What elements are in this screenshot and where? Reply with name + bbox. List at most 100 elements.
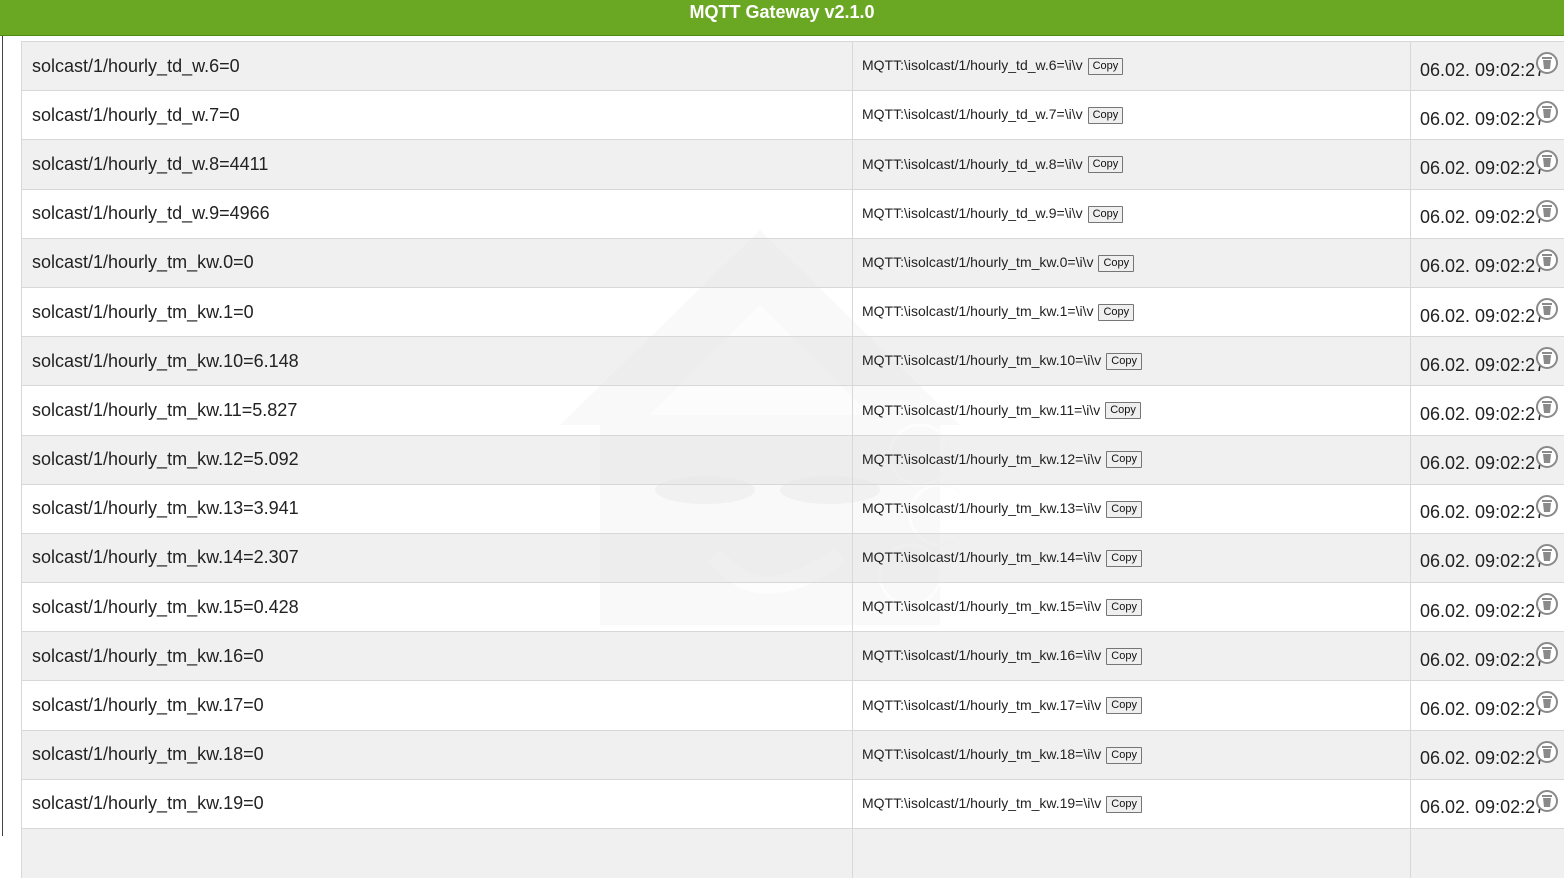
timestamp-text: 06.02. 09:02:27 — [1420, 109, 1545, 129]
mqtt-topics-table-wrapper: solcast/1/hourly_td_w.6=0 MQTT:\isolcast… — [21, 41, 1564, 878]
copy-button[interactable]: Copy — [1106, 747, 1142, 764]
copy-button[interactable]: Copy — [1088, 206, 1124, 223]
timestamp-cell: 06.02. 09:02:27 — [1411, 386, 1564, 435]
delete-trash-icon[interactable] — [1536, 691, 1558, 713]
copy-button[interactable]: Copy — [1106, 550, 1142, 567]
table-row: solcast/1/hourly_tm_kw.1=0 MQTT:\isolcas… — [22, 287, 1564, 336]
delete-trash-icon[interactable] — [1536, 544, 1558, 566]
topic-cell: solcast/1/hourly_tm_kw.19=0 — [22, 779, 853, 828]
command-cell: MQTT:\isolcast/1/hourly_tm_kw.17=\i\v Cop… — [853, 681, 1411, 730]
command-cell: MQTT:\isolcast/1/hourly_tm_kw.11=\i\v Cop… — [853, 386, 1411, 435]
copy-button[interactable]: Copy — [1106, 353, 1142, 370]
delete-trash-icon[interactable] — [1536, 446, 1558, 468]
table-row: solcast/1/hourly_tm_kw.0=0 MQTT:\isolcas… — [22, 238, 1564, 287]
delete-trash-icon[interactable] — [1536, 495, 1558, 517]
topic-cell: solcast/1/hourly_td_w.6=0 — [22, 42, 853, 91]
topic-text: solcast/1/hourly_tm_kw.19=0 — [32, 793, 264, 813]
copy-button[interactable]: Copy — [1098, 304, 1134, 321]
copy-button[interactable]: Copy — [1106, 796, 1142, 813]
timestamp-text: 06.02. 09:02:27 — [1420, 306, 1545, 326]
timestamp-cell: 06.02. 09:02:27 — [1411, 779, 1564, 828]
timestamp-text: 06.02. 09:02:27 — [1420, 404, 1545, 424]
command-text: MQTT:\isolcast/1/hourly_td_w.9=\i\v — [862, 205, 1083, 221]
table-row: solcast/1/hourly_td_w.9=4966 MQTT:\isolc… — [22, 189, 1564, 238]
delete-trash-icon[interactable] — [1536, 347, 1558, 369]
timestamp-cell: 06.02. 09:02:27 — [1411, 730, 1564, 779]
copy-button[interactable]: Copy — [1106, 501, 1142, 518]
timestamp-cell: 06.02. 09:02:27 — [1411, 140, 1564, 189]
delete-trash-icon[interactable] — [1536, 593, 1558, 615]
timestamp-cell: 06.02. 09:02:27 — [1411, 681, 1564, 730]
command-cell: MQTT:\isolcast/1/hourly_tm_kw.14=\i\v Cop… — [853, 533, 1411, 582]
table-row: solcast/1/hourly_tm_kw.13=3.941 MQTT:\is… — [22, 484, 1564, 533]
table-row: solcast/1/hourly_tm_kw.16=0 MQTT:\isolca… — [22, 632, 1564, 681]
timestamp-cell: 06.02. 09:02:27 — [1411, 238, 1564, 287]
topic-cell: solcast/1/hourly_tm_kw.12=5.092 — [22, 435, 853, 484]
delete-trash-icon[interactable] — [1536, 396, 1558, 418]
command-text: MQTT:\isolcast/1/hourly_tm_kw.19=\i\v — [862, 795, 1101, 811]
command-cell: MQTT:\isolcast/1/hourly_td_w.8=\i\v Copy — [853, 140, 1411, 189]
delete-trash-icon[interactable] — [1536, 790, 1558, 812]
command-text: MQTT:\isolcast/1/hourly_tm_kw.15=\i\v — [862, 598, 1101, 614]
command-text: MQTT:\isolcast/1/hourly_tm_kw.14=\i\v — [862, 549, 1101, 565]
timestamp-cell: 06.02. 09:02:27 — [1411, 287, 1564, 336]
timestamp-text: 06.02. 09:02:27 — [1420, 355, 1545, 375]
command-cell: MQTT:\isolcast/1/hourly_tm_kw.10=\i\vCop… — [853, 337, 1411, 386]
command-text: MQTT:\isolcast/1/hourly_tm_kw.12=\i\v — [862, 451, 1101, 467]
copy-button[interactable]: Copy — [1106, 451, 1142, 468]
copy-button[interactable]: Copy — [1105, 402, 1141, 419]
delete-trash-icon[interactable] — [1536, 101, 1558, 123]
delete-trash-icon[interactable] — [1536, 200, 1558, 222]
timestamp-cell: 06.02. 09:02:27 — [1411, 435, 1564, 484]
delete-trash-icon[interactable] — [1536, 150, 1558, 172]
command-cell: MQTT:\isolcast/1/hourly_tm_kw.19=\i\v Cop… — [853, 779, 1411, 828]
topic-cell: solcast/1/hourly_tm_kw.16=0 — [22, 632, 853, 681]
topic-text: solcast/1/hourly_td_w.7=0 — [32, 105, 240, 125]
timestamp-cell: 06.02. 09:02:27 — [1411, 632, 1564, 681]
timestamp-text: 06.02. 09:02:27 — [1420, 502, 1545, 522]
copy-button[interactable]: Copy — [1088, 107, 1124, 124]
topic-text: solcast/1/hourly_tm_kw.1=0 — [32, 302, 254, 322]
copy-button[interactable]: Copy — [1098, 255, 1134, 272]
table-row: solcast/1/hourly_tm_kw.19=0 MQTT:\isolca… — [22, 779, 1564, 828]
copy-button[interactable]: Copy — [1106, 648, 1142, 665]
table-row: solcast/1/hourly_tm_kw.14=2.307 MQTT:\is… — [22, 533, 1564, 582]
topic-cell: solcast/1/hourly_tm_kw.11=5.827 — [22, 386, 853, 435]
command-cell: MQTT:\isolcast/1/hourly_td_w.6=\i\vCopy — [853, 42, 1411, 91]
delete-trash-icon[interactable] — [1536, 298, 1558, 320]
app-header: MQTT Gateway v2.1.0 — [0, 0, 1564, 36]
command-text: MQTT:\isolcast/1/hourly_td_w.8=\i\v — [862, 156, 1083, 172]
topic-text: solcast/1/hourly_td_w.6=0 — [32, 56, 240, 76]
command-text: MQTT:\isolcast/1/hourly_tm_kw.13=\i\v — [862, 500, 1101, 516]
copy-button[interactable]: Copy — [1088, 156, 1124, 173]
topic-cell: solcast/1/hourly_tm_kw.13=3.941 — [22, 484, 853, 533]
command-cell: MQTT:\isolcast/1/hourly_tm_kw.15=\i\v Cop… — [853, 583, 1411, 632]
topic-cell: solcast/1/hourly_tm_kw.10=6.148 — [22, 337, 853, 386]
topic-cell: solcast/1/hourly_tm_kw.18=0 — [22, 730, 853, 779]
timestamp-cell: 06.02. 09:02:27 — [1411, 533, 1564, 582]
command-text: MQTT:\isolcast/1/hourly_td_w.7=\i\v — [862, 106, 1083, 122]
table-row: solcast/1/hourly_td_w.6=0 MQTT:\isolcast… — [22, 42, 1564, 91]
table-row: solcast/1/hourly_tm_kw.15=0.428 MQTT:\is… — [22, 583, 1564, 632]
topic-cell: solcast/1/hourly_tm_kw.14=2.307 — [22, 533, 853, 582]
delete-trash-icon[interactable] — [1536, 642, 1558, 664]
command-cell: MQTT:\isolcast/1/hourly_td_w.9=\i\v Copy — [853, 189, 1411, 238]
copy-button[interactable]: Copy — [1088, 58, 1124, 75]
topic-cell: solcast/1/hourly_tm_kw.1=0 — [22, 287, 853, 336]
command-cell: MQTT:\isolcast/1/hourly_td_w.7=\i\v Copy — [853, 91, 1411, 140]
copy-button[interactable]: Copy — [1106, 599, 1142, 616]
command-text: MQTT:\isolcast/1/hourly_tm_kw.17=\i\v — [862, 697, 1101, 713]
topic-text: solcast/1/hourly_td_w.9=4966 — [32, 203, 270, 223]
timestamp-cell: 06.02. 09:02:27 — [1411, 583, 1564, 632]
delete-trash-icon[interactable] — [1536, 249, 1558, 271]
delete-trash-icon[interactable] — [1536, 741, 1558, 763]
timestamp-text: 06.02. 09:02:27 — [1420, 748, 1545, 768]
command-cell: MQTT:\isolcast/1/hourly_tm_kw.1=\i\vCopy — [853, 287, 1411, 336]
topic-text: solcast/1/hourly_tm_kw.12=5.092 — [32, 449, 299, 469]
timestamp-text: 06.02. 09:02:27 — [1420, 158, 1545, 178]
command-cell: MQTT:\isolcast/1/hourly_tm_kw.12=\i\v Cop… — [853, 435, 1411, 484]
copy-button[interactable]: Copy — [1106, 697, 1142, 714]
command-text: MQTT:\isolcast/1/hourly_tm_kw.11=\i\v — [862, 402, 1100, 418]
delete-trash-icon[interactable] — [1536, 52, 1558, 74]
topic-text: solcast/1/hourly_tm_kw.17=0 — [32, 695, 264, 715]
